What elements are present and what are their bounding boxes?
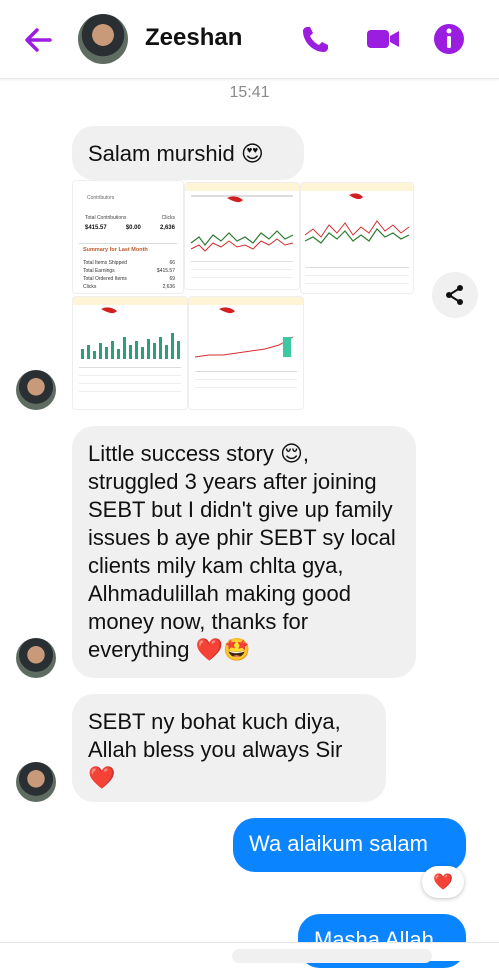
summary-row-value: $415.57 [156, 268, 175, 274]
message-text: Little success story 😌, struggled 3 year… [88, 441, 396, 662]
share-icon [446, 285, 463, 305]
contact-avatar-small[interactable] [16, 762, 56, 802]
incoming-message[interactable]: Salam murshid 😍 [72, 126, 304, 180]
summary-title: Summary for Last Month [83, 247, 148, 253]
message-timestamp: 15:41 [229, 84, 270, 101]
composer-bar [0, 942, 499, 963]
image-thumbnail[interactable] [72, 296, 188, 410]
contributors-label: Contributors [87, 195, 115, 201]
clicks-value: 2,636 [159, 225, 175, 231]
summary-row-label: Total Ordered Items [83, 276, 127, 282]
message-text: SEBT ny bohat kuch diya, Allah bless you… [88, 709, 343, 790]
incoming-message[interactable]: Little success story 😌, struggled 3 year… [72, 426, 416, 678]
share-button[interactable] [432, 272, 478, 318]
image-attachment-grid[interactable]: Contributors Total Contributions Clicks … [72, 180, 414, 410]
contact-name[interactable]: Zeeshan [145, 24, 242, 52]
bounties-value: $0.00 [125, 225, 141, 231]
contact-avatar[interactable] [78, 14, 128, 64]
line-chart-screenshot [185, 183, 299, 278]
heart-reaction[interactable]: ❤️ [422, 866, 464, 898]
summary-row-label: Total Earnings [83, 268, 115, 274]
message-text: Wa alaikum salam [249, 831, 428, 856]
summary-row-value: 69 [169, 276, 175, 282]
image-thumbnail[interactable] [188, 296, 304, 410]
outgoing-message[interactable]: Wa alaikum salam [233, 818, 466, 872]
heart-icon: ❤️ [433, 874, 453, 891]
contact-avatar-small[interactable] [16, 638, 56, 678]
image-thumbnail[interactable] [184, 182, 300, 290]
contact-avatar-small[interactable] [16, 370, 56, 410]
image-thumbnail[interactable]: Contributors Total Contributions Clicks … [72, 180, 184, 294]
back-arrow-icon[interactable] [20, 22, 56, 58]
message-input[interactable] [232, 949, 432, 963]
video-call-icon[interactable] [364, 20, 402, 58]
bar-chart-screenshot [73, 297, 187, 392]
message-text: Salam murshid [88, 141, 235, 166]
total-label: Total Contributions [85, 215, 127, 221]
line-chart-screenshot [301, 183, 413, 284]
info-icon[interactable] [430, 20, 468, 58]
clicks-label: Clicks [161, 215, 175, 221]
summary-row-label: Total Items Shipped [83, 260, 127, 266]
conversation-header: Zeeshan [0, 0, 499, 79]
area-chart-screenshot [189, 297, 303, 388]
image-thumbnail[interactable] [300, 182, 414, 294]
summary-row-value: 2,636 [162, 284, 175, 290]
total-value: $415.57 [85, 225, 107, 231]
heart-eyes-emoji: 😍 [240, 141, 264, 166]
summary-row-label: Clicks [83, 284, 97, 290]
summary-row-value: 66 [169, 260, 175, 266]
phone-icon[interactable] [297, 20, 335, 58]
incoming-message[interactable]: SEBT ny bohat kuch diya, Allah bless you… [72, 694, 386, 802]
